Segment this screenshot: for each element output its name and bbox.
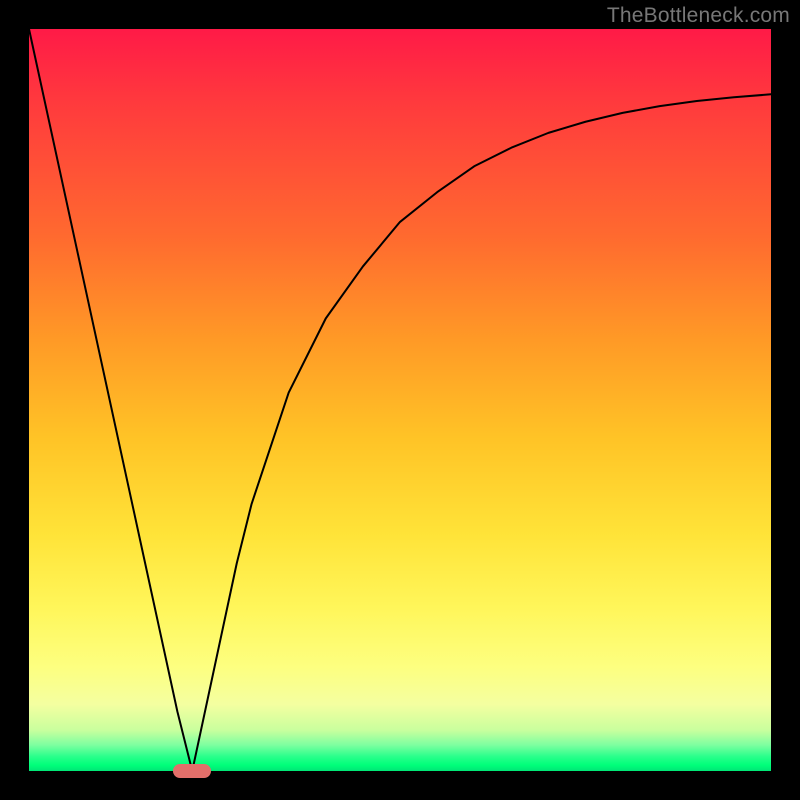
chart-frame: TheBottleneck.com (0, 0, 800, 800)
curve-svg (29, 29, 771, 771)
plot-area (29, 29, 771, 771)
bottleneck-curve (29, 29, 771, 771)
attribution-text: TheBottleneck.com (607, 4, 790, 28)
minimum-marker (173, 764, 211, 778)
